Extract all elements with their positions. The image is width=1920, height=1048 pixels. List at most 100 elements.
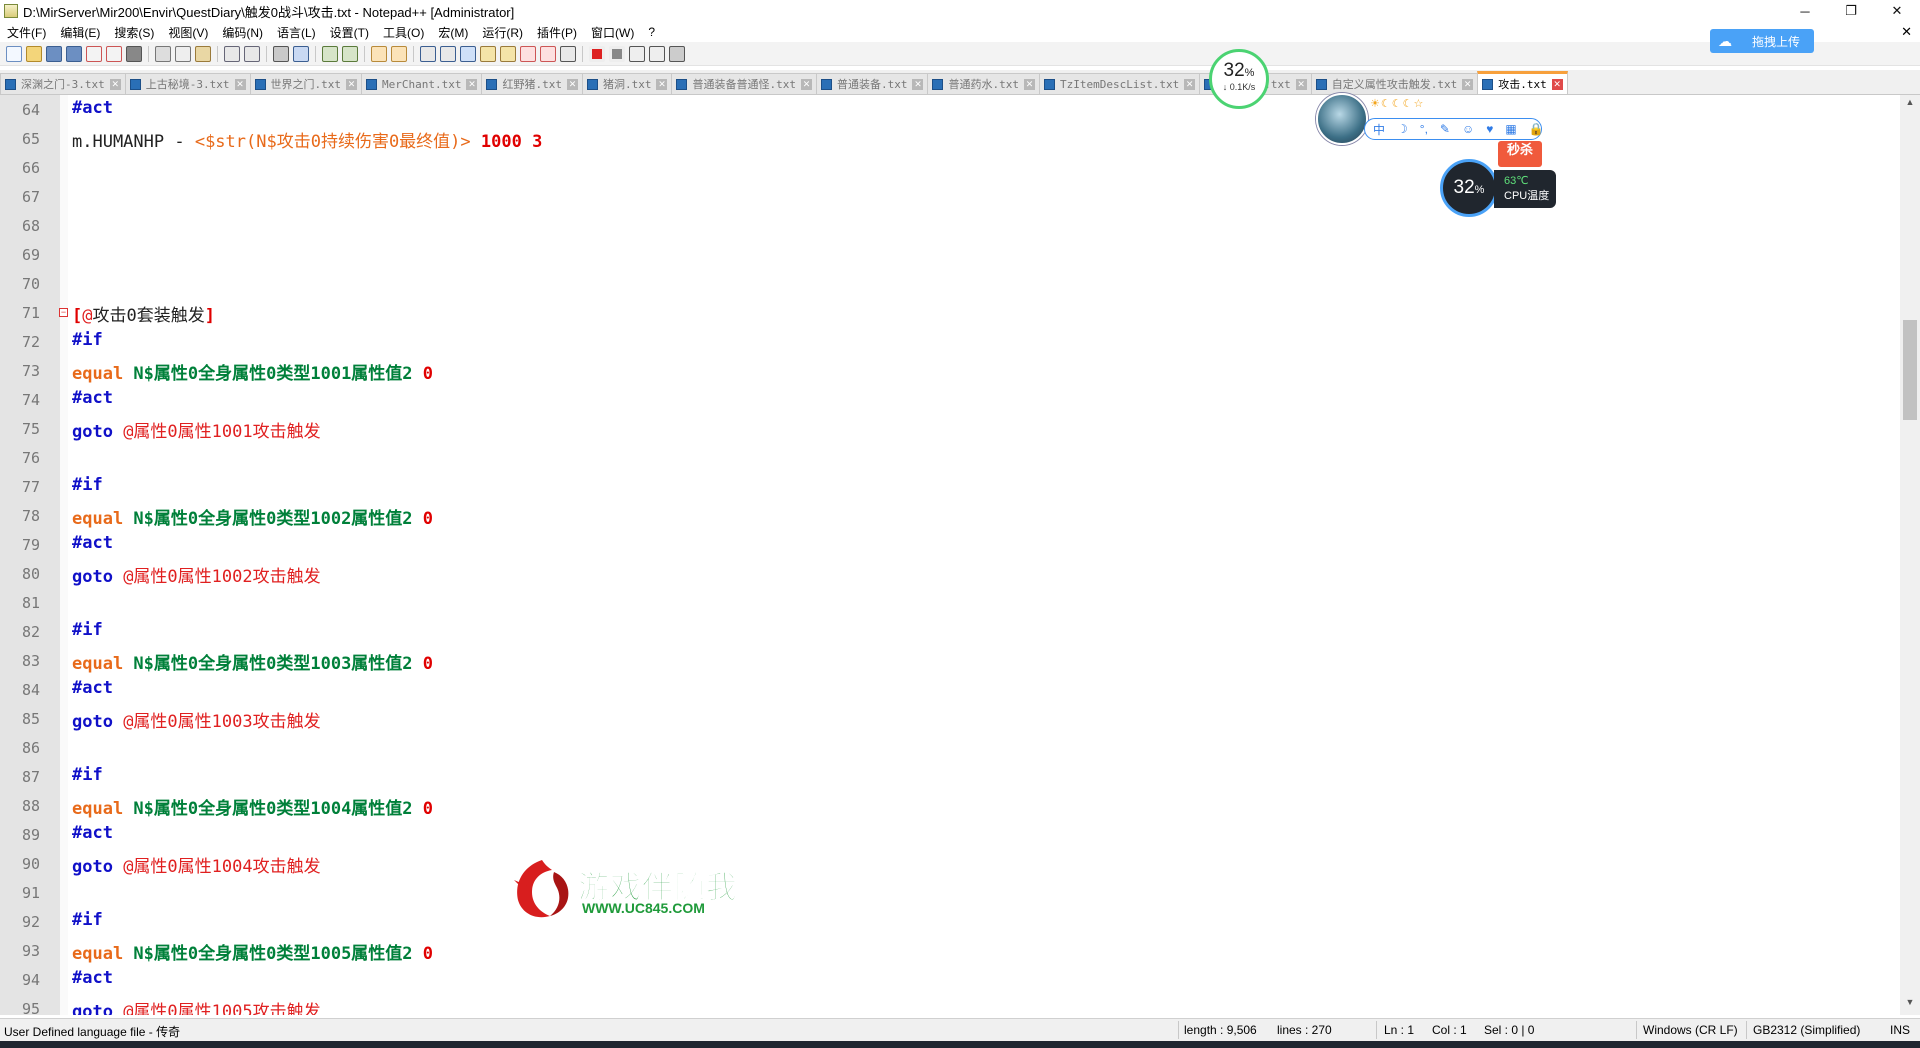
scroll-up-icon[interactable]: ▲ [1900,97,1920,113]
tab-close-icon[interactable]: ✕ [109,78,121,90]
code-line[interactable]: 71 − [@攻击0套装触发] [0,298,1898,327]
print-icon[interactable] [126,45,142,62]
code-line[interactable]: 75 goto @属性0属性1001攻击触发 [0,414,1898,443]
sync-horizontal-icon[interactable] [391,45,407,62]
word-wrap-icon[interactable] [420,45,436,62]
ime-item-icon[interactable]: 🔒 [1529,122,1544,136]
paste-icon[interactable] [195,45,211,62]
tab-close-icon[interactable]: ✕ [1551,78,1563,90]
record-macro-icon[interactable] [589,45,605,62]
tab-close-icon[interactable]: ✕ [466,78,478,90]
code-line[interactable]: 91 [0,878,1898,907]
menu-item[interactable]: 编码(N) [215,24,270,41]
tab-close-icon[interactable]: ✕ [1023,78,1035,90]
avatar[interactable] [1316,93,1368,145]
ime-item-icon[interactable]: 中 [1373,121,1385,138]
code-line[interactable]: 68 [0,211,1898,240]
stop-macro-icon[interactable] [609,45,625,62]
document-tab[interactable]: 红野猪.txt ✕ [481,73,583,94]
menu-item[interactable]: 宏(M) [431,24,475,41]
ime-item-icon[interactable]: ▦ [1505,122,1516,136]
code-line[interactable]: 76 [0,443,1898,472]
save-macro-icon[interactable] [669,45,685,62]
document-tab[interactable]: 世界之门.txt ✕ [249,73,362,94]
minimize-button[interactable]: ─ [1782,0,1828,22]
drag-upload-button[interactable]: ☁ 拖拽上传 [1710,29,1814,53]
menu-item[interactable]: 窗口(W) [584,24,641,41]
save-icon[interactable] [46,45,62,62]
save-all-icon[interactable] [66,45,82,62]
tab-close-icon[interactable]: ✕ [800,78,812,90]
code-line[interactable]: 84 #act [0,675,1898,704]
code-line[interactable]: 93 equal N$属性0全身属性0类型1005属性值2 0 [0,936,1898,965]
code-line[interactable]: 64 #act [0,95,1898,124]
code-line[interactable]: 69 [0,240,1898,269]
scroll-thumb[interactable] [1903,320,1917,420]
document-tab[interactable]: 普通装备普通怪.txt ✕ [671,73,817,94]
menu-item[interactable]: 视图(V) [161,24,215,41]
tab-close-icon[interactable]: ✕ [656,78,668,90]
restore-button[interactable]: ❐ [1828,0,1874,22]
document-tab[interactable]: 攻击.txt ✕ [1477,71,1568,94]
menu-item[interactable]: 语言(L) [270,24,323,41]
monitoring-icon[interactable] [560,45,576,62]
code-line[interactable]: 83 equal N$属性0全身属性0类型1003属性值2 0 [0,646,1898,675]
replace-icon[interactable] [293,45,309,62]
menu-item[interactable]: 搜索(S) [107,24,161,41]
ime-item-icon[interactable]: ✎ [1440,122,1450,136]
menu-item[interactable]: 插件(P) [530,24,584,41]
code-line[interactable]: 92 #if [0,907,1898,936]
document-tab[interactable]: 深渊之门-3.txt ✕ [0,73,126,94]
code-line[interactable]: 72 #if [0,327,1898,356]
close-button[interactable]: ✕ [1874,0,1920,22]
copy-icon[interactable] [175,45,191,62]
sale-badge[interactable]: 秒杀 [1498,141,1542,167]
folder-as-workspace-icon[interactable] [540,45,556,62]
document-tab[interactable]: 上古秘境-3.txt ✕ [124,73,251,94]
open-file-icon[interactable] [26,45,42,62]
tab-close-icon[interactable]: ✕ [234,78,246,90]
tab-close-icon[interactable]: ✕ [1184,78,1196,90]
code-line[interactable]: 85 goto @属性0属性1003攻击触发 [0,704,1898,733]
code-line[interactable]: 94 #act [0,965,1898,994]
document-tab[interactable]: 猪洞.txt ✕ [581,73,673,94]
document-tab[interactable]: TzItemDescList.txt ✕ [1038,73,1201,94]
redo-icon[interactable] [244,45,260,62]
menu-item[interactable]: 文件(F) [0,24,53,41]
code-line[interactable]: 88 equal N$属性0全身属性0类型1004属性值2 0 [0,791,1898,820]
code-line[interactable]: 87 #if [0,762,1898,791]
menu-item[interactable]: 运行(R) [475,24,530,41]
show-all-chars-icon[interactable] [440,45,456,62]
code-line[interactable]: 80 goto @属性0属性1002攻击触发 [0,559,1898,588]
code-line[interactable]: 89 #act [0,820,1898,849]
zoom-in-icon[interactable] [322,45,338,62]
code-line[interactable]: 79 #act [0,530,1898,559]
document-tab[interactable]: 自定义属性攻击触发.txt ✕ [1310,73,1479,94]
tab-close-icon[interactable]: ✕ [1462,78,1474,90]
ime-item-icon[interactable]: ☽ [1397,122,1408,136]
code-line[interactable]: 77 #if [0,472,1898,501]
doc-map-icon[interactable] [500,45,516,62]
code-line[interactable]: 66 [0,153,1898,182]
find-icon[interactable] [273,45,289,62]
sync-vertical-icon[interactable] [371,45,387,62]
fold-toggle-icon[interactable]: − [59,308,68,317]
vertical-scrollbar[interactable]: ▲ ▼ [1900,95,1920,1015]
user-language-icon[interactable] [480,45,496,62]
close-file-icon[interactable] [86,45,102,62]
document-tab[interactable]: 普通装备.txt ✕ [815,73,929,94]
code-line[interactable]: 90 goto @属性0属性1004攻击触发 [0,849,1898,878]
function-list-icon[interactable] [520,45,536,62]
code-line[interactable]: 86 [0,733,1898,762]
document-tab[interactable]: 普通药水.txt ✕ [927,73,1040,94]
document-tab[interactable]: MerChant.txt ✕ [361,73,483,94]
menu-item[interactable]: 编辑(E) [53,24,107,41]
code-line[interactable]: 73 equal N$属性0全身属性0类型1001属性值2 0 [0,356,1898,385]
code-line[interactable]: 65 m.HUMANHP - <$str(N$攻击0持续伤害0最终值)> 1000… [0,124,1898,153]
cut-icon[interactable] [155,45,171,62]
run-macro-multiple-icon[interactable] [649,45,665,62]
network-speed-widget[interactable]: 32% ↓ 0.1K/s [1209,49,1269,109]
tab-close-icon[interactable]: ✕ [566,78,578,90]
menu-item[interactable]: ? [641,25,662,39]
ime-item-icon[interactable]: °, [1420,122,1428,136]
